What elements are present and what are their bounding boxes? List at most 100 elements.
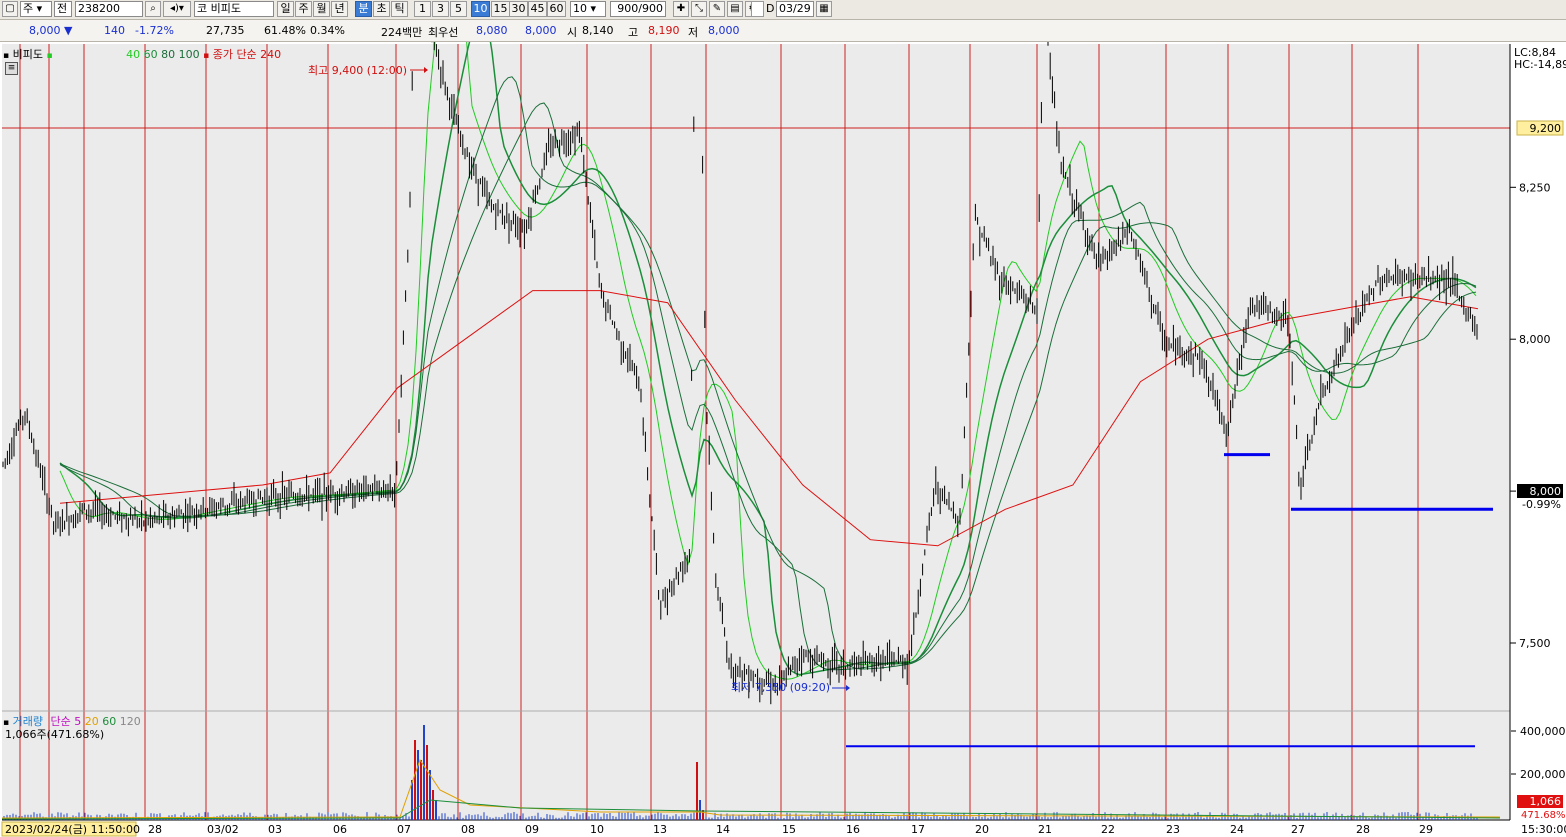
volume-value: 1,066주(471.68%): [5, 728, 105, 741]
price-change-pct: -1.72%: [135, 24, 174, 37]
best-bid-label: 최우선: [428, 26, 459, 39]
interval-10-button[interactable]: 10: [471, 1, 490, 17]
legend-collapse-icon[interactable]: ▪: [3, 51, 9, 61]
volume-tick-200k: 200,000: [1520, 768, 1566, 781]
interval-select-value: 10: [573, 2, 587, 15]
trendline-icon[interactable]: ⤡: [691, 1, 707, 17]
interval-1-button[interactable]: 1: [414, 1, 431, 17]
time-tick-label: 15: [782, 823, 796, 836]
legend-ma-240: 종가 단순 240: [212, 48, 282, 61]
open-label: 시: [567, 26, 578, 39]
volume: 27,735: [206, 24, 245, 37]
time-tick-label: 28: [148, 823, 162, 836]
legend-ma-icon: ▪: [46, 51, 53, 61]
code-type-button[interactable]: 전: [54, 1, 72, 17]
crosshair-icon[interactable]: ✚: [673, 1, 689, 17]
current-change-label: -0.99%: [1522, 498, 1561, 511]
turnover-pct: 0.34%: [310, 24, 345, 37]
speaker-icon[interactable]: ◂)▾: [163, 1, 191, 17]
time-tick-label: 23: [1166, 823, 1180, 836]
price-tick-label: 8,250: [1519, 181, 1551, 194]
interval-45-button[interactable]: 45: [528, 1, 547, 17]
time-axis: 28 03/02 03 06 07 08 09 10 13 14 15 16 17 20 21 22 23 24 2…: [148, 823, 1433, 836]
date-checkbox[interactable]: [751, 1, 764, 17]
stock-code-value: 238200: [78, 2, 120, 15]
chart-list-icon[interactable]: ≡: [5, 62, 18, 75]
price-tick-label: 8,000: [1519, 333, 1551, 346]
low-label: 저: [688, 26, 699, 39]
period-tick-button[interactable]: 틱: [391, 1, 408, 17]
low-annotation: 최저 7,350 (09:20): [731, 681, 830, 694]
interval-60-button[interactable]: 60: [547, 1, 566, 17]
market-select-label: 주: [23, 2, 34, 15]
volume-current-label: 1,066: [1530, 795, 1562, 808]
time-tick-label: 27: [1291, 823, 1305, 836]
legend-ma240-icon: ▪: [203, 51, 210, 61]
calendar-icon[interactable]: ▦: [816, 1, 832, 17]
time-tick-label: 29: [1419, 823, 1433, 836]
time-tick-label: 09: [525, 823, 539, 836]
volume-pane: [2, 712, 1510, 820]
stock-code-input[interactable]: 238200: [75, 1, 143, 17]
time-cursor-label: 2023/02/24(금) 11:50:00: [5, 823, 140, 836]
down-arrow-icon: ▼: [64, 24, 73, 37]
time-tick-label: 03: [268, 823, 282, 836]
low-price: 8,000: [708, 24, 740, 37]
quote-bar: 8,000 ▼ 140 -1.72% 27,735 61.48% 0.34% 2…: [0, 20, 1566, 60]
volume-tick-400k: 400,000: [1520, 725, 1566, 738]
period-year-button[interactable]: 년: [331, 1, 348, 17]
legend-ma-100: 100: [178, 48, 200, 61]
price-chart[interactable]: 9,2509,0008,7508,5008,2508,0007,7507,500…: [0, 42, 1566, 837]
search-icon[interactable]: ⌕: [145, 1, 161, 17]
legend-ma-40: 40: [126, 48, 141, 61]
high-annotation: 최고 9,400 (12:00): [308, 64, 407, 77]
best-bid: 8,000: [525, 24, 557, 37]
date-checkbox-label: D: [766, 2, 775, 15]
current-price: 8,000: [29, 24, 61, 37]
period-week-button[interactable]: 주: [295, 1, 312, 17]
period-minute-button[interactable]: 분: [355, 1, 372, 17]
time-tick-label: 08: [461, 823, 475, 836]
interval-5-button[interactable]: 5: [450, 1, 467, 17]
reference-price-label: 9,200: [1530, 122, 1562, 135]
volume-ma-60: 60: [102, 715, 117, 728]
volume-ma-120: 120: [119, 715, 141, 728]
edit-icon[interactable]: ✎: [709, 1, 725, 17]
current-price-label: 8,000: [1530, 485, 1562, 498]
legend-stock-name: 비피도: [12, 48, 43, 61]
time-tick-label: 03/02: [207, 823, 239, 836]
price-legend: ▪ 비피도 ▪ 40 60 80 100 ▪ 종가 단순 240: [3, 46, 281, 62]
trade-amount: 224백만: [381, 26, 423, 39]
window-icon[interactable]: ▢: [2, 1, 18, 17]
period-day-button[interactable]: 일: [277, 1, 294, 17]
time-tick-label: 10: [590, 823, 604, 836]
best-ask: 8,080: [476, 24, 508, 37]
interval-15-button[interactable]: 15: [491, 1, 510, 17]
high-label: 고: [628, 26, 639, 39]
legend-ma-60: 60: [143, 48, 158, 61]
interval-select[interactable]: 10 ▾: [570, 1, 606, 17]
time-tick-label: 21: [1038, 823, 1052, 836]
interval-3-button[interactable]: 3: [432, 1, 449, 17]
date-input[interactable]: 03/29: [776, 1, 814, 17]
time-tick-label: 22: [1101, 823, 1115, 836]
time-tick-label: 24: [1230, 823, 1244, 836]
interval-30-button[interactable]: 30: [509, 1, 528, 17]
time-tick-label: 14: [716, 823, 730, 836]
market-select[interactable]: 주 ▾: [20, 1, 52, 17]
count-input[interactable]: 900/900: [610, 1, 666, 17]
toolbar: ▢ 주 ▾ 전 238200 ⌕ ◂)▾ 코 비피도 일 주 월 년 분 초 틱…: [0, 0, 1566, 20]
time-right-label: 15:30:00: [1521, 823, 1566, 836]
time-tick-label: 20: [975, 823, 989, 836]
volume-pct: 61.48%: [264, 24, 306, 37]
period-second-button[interactable]: 초: [373, 1, 390, 17]
save-icon[interactable]: ▤: [727, 1, 743, 17]
stock-name-field[interactable]: 코 비피도: [194, 1, 274, 17]
time-tick-label: 13: [653, 823, 667, 836]
price-pane: [2, 44, 1510, 710]
period-month-button[interactable]: 월: [313, 1, 330, 17]
legend-ma-80: 80: [161, 48, 176, 61]
volume-current-pct: 471.68%: [1521, 810, 1566, 821]
hc-label: HC:-14,89: [1514, 58, 1566, 71]
price-tick-label: 7,500: [1519, 637, 1551, 650]
